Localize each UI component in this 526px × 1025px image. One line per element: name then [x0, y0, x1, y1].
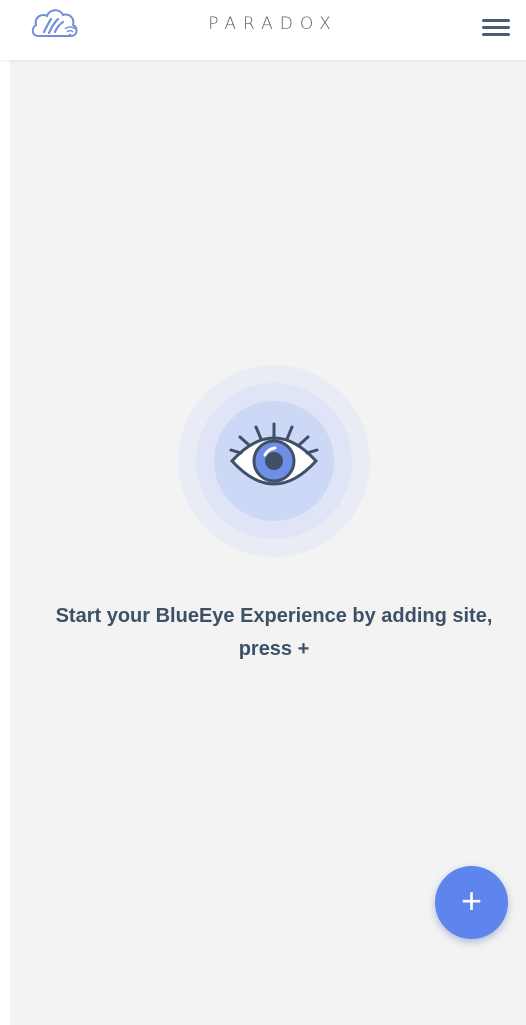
add-site-button[interactable]: +: [435, 866, 508, 939]
eye-illustration: [178, 365, 370, 557]
menu-button[interactable]: [480, 15, 512, 39]
empty-state-message: Start your BlueEye Experience by adding …: [55, 605, 493, 660]
app-header: PARADOX: [0, 0, 526, 60]
eye-icon: [229, 422, 319, 486]
plus-icon: +: [460, 880, 483, 921]
brand-name: PARADOX: [208, 14, 338, 34]
